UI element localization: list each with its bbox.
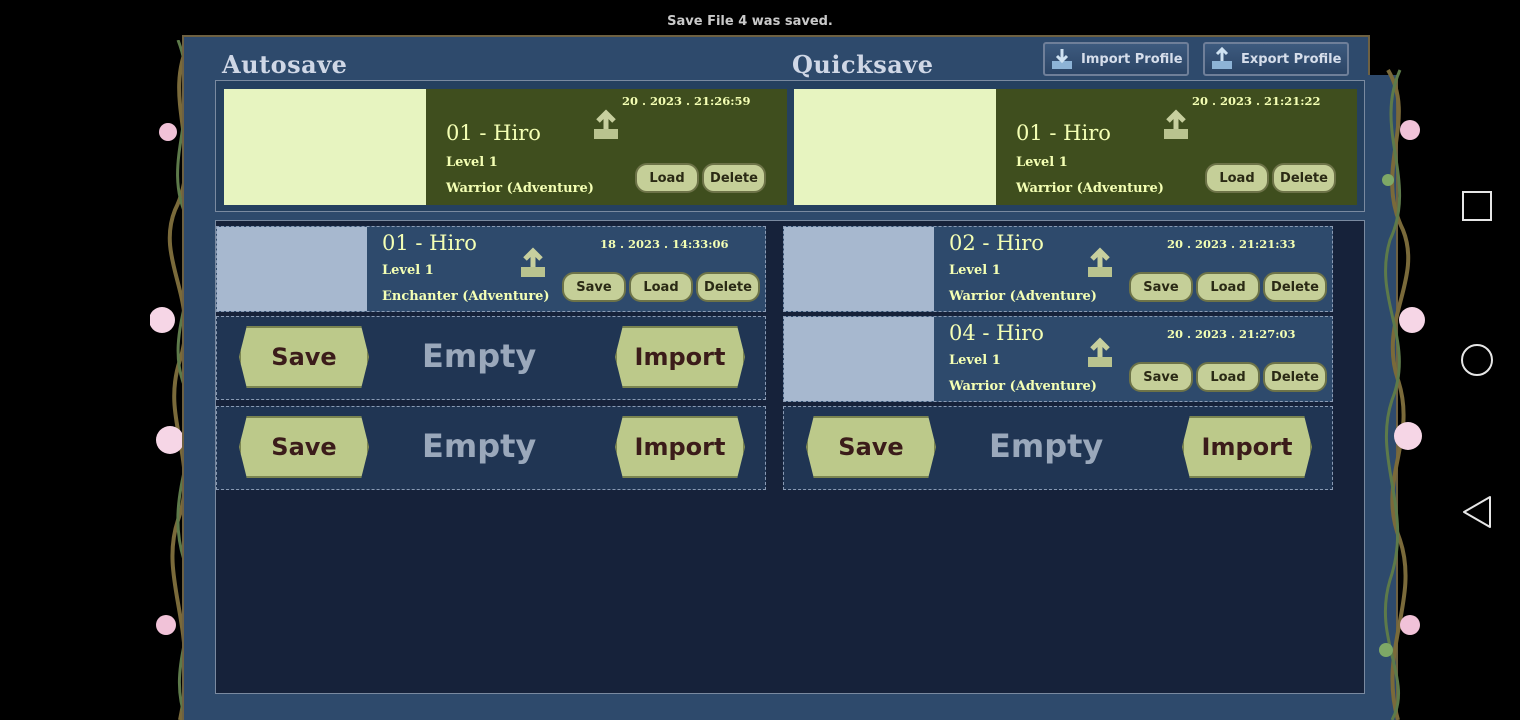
save-button[interactable]: Save <box>239 416 369 478</box>
recents-icon[interactable] <box>1462 191 1492 221</box>
import-button[interactable]: Import <box>1182 416 1312 478</box>
slot-class: Warrior (Adventure) <box>446 181 594 196</box>
upload-icon[interactable] <box>590 109 624 143</box>
slot-class: Warrior (Adventure) <box>1016 181 1164 196</box>
slot-name: 04 - Hiro <box>949 321 1044 345</box>
slot-date: 20 . 2023 . 21:21:33 <box>1167 237 1296 251</box>
slot-date: 20 . 2023 . 21:21:22 <box>1192 94 1321 108</box>
delete-button[interactable]: Delete <box>702 163 766 193</box>
status-toast: Save File 4 was saved. <box>667 14 833 29</box>
system-navigation-bar <box>1461 191 1493 528</box>
slot-class: Warrior (Adventure) <box>949 289 1097 304</box>
import-profile-label: Import Profile <box>1081 51 1183 67</box>
autosave-slot: 01 - Hiro Level 1 Warrior (Adventure) 20… <box>224 89 787 205</box>
save-slot: 02 - Hiro Level 1 Warrior (Adventure) 20… <box>783 226 1333 312</box>
save-button[interactable]: Save <box>562 272 626 302</box>
import-button[interactable]: Import <box>615 416 745 478</box>
slot-date: 20 . 2023 . 21:26:59 <box>622 94 751 108</box>
slot-class: Enchanter (Adventure) <box>382 289 550 304</box>
download-icon <box>1052 49 1072 69</box>
save-slot: 01 - Hiro Level 1 Enchanter (Adventure) … <box>216 226 766 312</box>
upload-icon <box>1212 47 1232 69</box>
slot-level: Level 1 <box>949 353 1001 368</box>
empty-slot: Save Empty Import <box>216 406 766 490</box>
delete-button[interactable]: Delete <box>696 272 760 302</box>
vine-decoration-right <box>1379 68 1425 720</box>
load-button[interactable]: Load <box>1196 362 1260 392</box>
slot-thumbnail <box>784 317 934 401</box>
slot-name: 01 - Hiro <box>382 231 477 255</box>
empty-label: Empty <box>422 337 537 375</box>
slot-thumbnail <box>217 227 367 311</box>
upload-icon[interactable] <box>1084 247 1118 281</box>
empty-label: Empty <box>422 427 537 465</box>
import-button[interactable]: Import <box>615 326 745 388</box>
empty-slot: Save Empty Import <box>216 316 766 400</box>
delete-button[interactable]: Delete <box>1263 272 1327 302</box>
slot-level: Level 1 <box>1016 155 1068 170</box>
upload-icon[interactable] <box>1084 337 1118 371</box>
load-button[interactable]: Load <box>629 272 693 302</box>
load-button[interactable]: Load <box>635 163 699 193</box>
empty-label: Empty <box>989 427 1104 465</box>
upload-icon[interactable] <box>1160 109 1194 143</box>
save-button[interactable]: Save <box>1129 272 1193 302</box>
load-button[interactable]: Load <box>1196 272 1260 302</box>
save-button[interactable]: Save <box>806 416 936 478</box>
autosave-title: Autosave <box>222 50 348 79</box>
slot-level: Level 1 <box>382 263 434 278</box>
upload-icon[interactable] <box>517 247 551 281</box>
delete-button[interactable]: Delete <box>1263 362 1327 392</box>
quicksave-title: Quicksave <box>792 50 934 79</box>
empty-slot: Save Empty Import <box>783 406 1333 490</box>
save-button[interactable]: Save <box>1129 362 1193 392</box>
load-button[interactable]: Load <box>1205 163 1269 193</box>
back-icon[interactable] <box>1463 496 1491 528</box>
quicksave-slot: 01 - Hiro Level 1 Warrior (Adventure) 20… <box>794 89 1357 205</box>
save-button[interactable]: Save <box>239 326 369 388</box>
quicksave-thumbnail <box>794 89 996 205</box>
slot-class: Warrior (Adventure) <box>949 379 1097 394</box>
slot-level: Level 1 <box>949 263 1001 278</box>
slot-name: 01 - Hiro <box>446 121 541 145</box>
autosave-thumbnail <box>224 89 426 205</box>
slot-name: 02 - Hiro <box>949 231 1044 255</box>
home-icon[interactable] <box>1461 344 1493 376</box>
slot-date: 20 . 2023 . 21:27:03 <box>1167 327 1296 341</box>
import-profile-button[interactable]: Import Profile <box>1043 42 1189 76</box>
export-profile-button[interactable]: Export Profile <box>1203 42 1349 76</box>
slot-date: 18 . 2023 . 14:33:06 <box>600 237 729 251</box>
slot-name: 01 - Hiro <box>1016 121 1111 145</box>
slot-level: Level 1 <box>446 155 498 170</box>
delete-button[interactable]: Delete <box>1272 163 1336 193</box>
save-slot: 04 - Hiro Level 1 Warrior (Adventure) 20… <box>783 316 1333 402</box>
slot-thumbnail <box>784 227 934 311</box>
export-profile-label: Export Profile <box>1241 51 1342 67</box>
